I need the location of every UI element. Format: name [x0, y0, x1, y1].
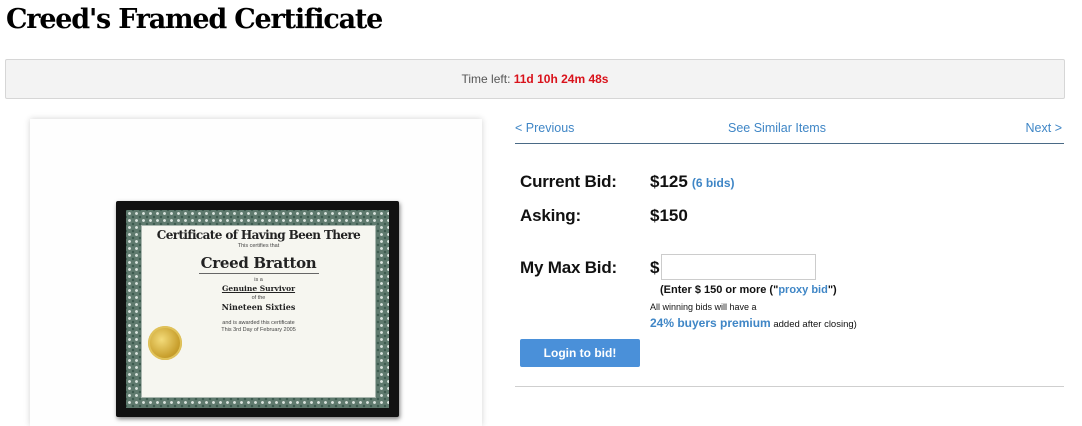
next-link[interactable]: Next >	[1026, 121, 1062, 135]
current-bid-row: $125 (6 bids)	[650, 172, 735, 192]
certificate-of-the: of the	[251, 295, 266, 301]
asking-value: $150	[650, 206, 688, 225]
certificate-name: Creed Bratton	[200, 254, 317, 272]
page-title: Creed's Framed Certificate	[6, 4, 383, 35]
gold-seal-icon	[148, 326, 182, 360]
see-similar-items-link[interactable]: See Similar Items	[728, 121, 826, 135]
certificate-heading: Certificate of Having Been There	[156, 228, 361, 242]
bid-count-link[interactable]: (6 bids)	[692, 176, 735, 190]
login-to-bid-button[interactable]: Login to bid!	[520, 339, 640, 367]
bid-hint: (Enter $ 150 or more ("proxy bid")	[660, 284, 837, 296]
premium-notice-line2: 24% buyers premium added after closing)	[650, 316, 857, 330]
item-navigation: < Previous See Similar Items Next >	[515, 115, 1064, 144]
certificate-underline	[198, 273, 319, 274]
current-bid-label: Current Bid:	[520, 172, 617, 191]
premium-suffix: added after closing)	[770, 319, 857, 330]
max-bid-label: My Max Bid:	[520, 258, 617, 277]
asking-label: Asking:	[520, 206, 581, 225]
section-divider	[515, 386, 1064, 387]
time-left-bar: Time left: 11d 10h 24m 48s	[5, 59, 1065, 99]
certificate-frame: Certificate of Having Been There This ce…	[116, 201, 399, 417]
premium-notice-line1: All winning bids will have a	[650, 302, 757, 312]
previous-link[interactable]: < Previous	[515, 121, 574, 135]
certificate-certifies: This certifies that	[237, 243, 280, 249]
time-left-label: Time left:	[461, 72, 511, 86]
max-bid-input[interactable]	[661, 254, 816, 280]
certificate-is-a: is a	[254, 277, 263, 283]
time-left-value: 11d 10h 24m 48s	[513, 72, 609, 86]
certificate-line2: Nineteen Sixties	[221, 302, 296, 312]
item-image[interactable]: Certificate of Having Been There This ce…	[30, 119, 482, 426]
current-bid-value: $125	[650, 172, 688, 191]
currency-symbol: $	[650, 258, 660, 277]
buyers-premium-link[interactable]: 24% buyers premium	[650, 316, 771, 330]
certificate-awarded: and is awarded this certificate	[222, 320, 295, 326]
hint-suffix: ")	[827, 284, 837, 296]
certificate-paper: Certificate of Having Been There This ce…	[141, 225, 376, 398]
proxy-bid-link[interactable]: proxy bid	[778, 284, 828, 296]
certificate-line1: Genuine Survivor	[221, 284, 296, 293]
hint-prefix: (Enter $ 150 or more ("	[660, 284, 779, 296]
